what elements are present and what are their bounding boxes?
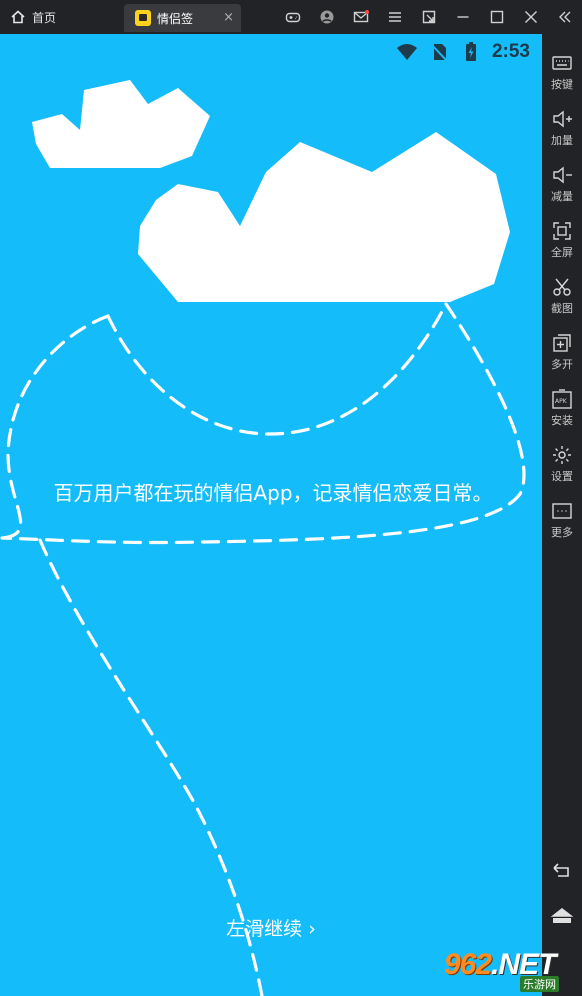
back-icon [553, 863, 569, 877]
battery-icon [465, 42, 476, 61]
sidebar-item-volume-down[interactable]: 减量 [542, 160, 582, 212]
collapse-icon[interactable] [548, 0, 582, 34]
watermark-number: 962 [444, 948, 492, 981]
sidebar-item-label: 安装 [551, 414, 573, 427]
minimize-icon[interactable] [446, 0, 480, 34]
sidebar-item-fullscreen[interactable]: 全屏 [542, 216, 582, 268]
watermark-sub: 乐游网 [520, 976, 559, 992]
cloud-illustration [0, 80, 526, 996]
app-tab-label: 情侣签 [157, 11, 194, 26]
user-icon[interactable] [310, 0, 344, 34]
swipe-hint[interactable]: 左滑继续 › [0, 914, 542, 941]
wifi-icon [396, 44, 417, 60]
scissors-icon [553, 278, 571, 296]
gamepad-icon[interactable] [276, 0, 310, 34]
sidebar-item-settings[interactable]: 设置 [542, 440, 582, 492]
large-cloud [138, 132, 510, 302]
sidebar-item-label: 减量 [551, 190, 573, 203]
string-inner-arc [106, 302, 448, 436]
no-sim-icon [430, 43, 448, 62]
sidebar-item-label: 全屏 [551, 246, 573, 259]
apk-icon: APK [552, 389, 572, 409]
home-icon [11, 10, 25, 24]
sidebar-item-label: 更多 [551, 526, 573, 539]
app-icon [135, 10, 151, 26]
sidebar-item-label: 按键 [551, 78, 573, 91]
onboarding-headline: 百万用户都在玩的情侣App，记录情侣恋爱日常。 [53, 481, 493, 505]
shrink-icon[interactable] [412, 0, 446, 34]
emulator-window: 首页 情侣签 × 2:53 百万用户都在玩的情侣App，记录情侣恋爱日常。 左滑… [0, 0, 582, 996]
status-bar: 2:53 [396, 40, 530, 64]
title-bar: 首页 情侣签 × [0, 0, 582, 34]
multi-open-icon [553, 334, 571, 352]
menu-icon[interactable] [378, 0, 412, 34]
volume-up-icon [553, 110, 572, 128]
keyboard-icon [552, 56, 572, 70]
volume-down-icon [553, 166, 572, 184]
emulator-sidebar: 按键 加量 减量 全屏 截图 多开 APK 安装 设置 更多 [542, 34, 582, 996]
sidebar-item-install[interactable]: APK 安装 [542, 384, 582, 436]
sidebar-item-screenshot[interactable]: 截图 [542, 272, 582, 324]
small-cloud [32, 80, 210, 168]
site-watermark: 962.NET 乐游网 [436, 948, 576, 994]
status-time: 2:53 [491, 41, 530, 62]
sidebar-item-label: 截图 [551, 302, 573, 315]
phone-screen[interactable]: 2:53 百万用户都在玩的情侣App，记录情侣恋爱日常。 左滑继续 › [0, 34, 542, 996]
mail-icon[interactable] [344, 0, 378, 34]
back-button[interactable] [550, 858, 574, 882]
svg-text:APK: APK [555, 398, 568, 405]
sidebar-item-label: 设置 [551, 470, 573, 483]
sidebar-item-keys[interactable]: 按键 [542, 48, 582, 100]
android-home-icon [550, 907, 574, 923]
sidebar-item-more[interactable]: 更多 [542, 496, 582, 548]
sidebar-item-label: 加量 [551, 134, 573, 147]
sidebar-item-multi-open[interactable]: 多开 [542, 328, 582, 380]
maximize-icon[interactable] [480, 0, 514, 34]
fullscreen-icon [553, 222, 571, 240]
sidebar-item-label: 多开 [551, 358, 573, 371]
more-icon [552, 503, 572, 519]
home-button[interactable] [550, 904, 574, 928]
tab-close-icon[interactable]: × [223, 10, 234, 25]
app-tab[interactable]: 情侣签 × [124, 4, 241, 32]
home-tab-label: 首页 [32, 10, 57, 25]
home-tab[interactable]: 首页 [10, 6, 56, 28]
gear-icon [553, 446, 571, 464]
close-icon[interactable] [514, 0, 548, 34]
sidebar-item-volume-up[interactable]: 加量 [542, 104, 582, 156]
